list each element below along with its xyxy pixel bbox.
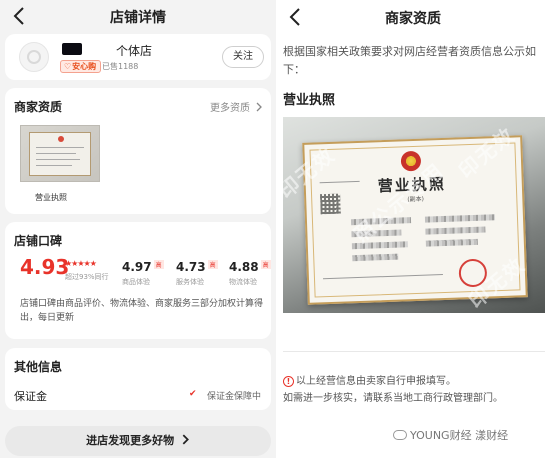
enter-store-label: 进店发现更多好物 (86, 434, 175, 447)
disclaimer-text-1: 以上经营信息由卖家自行申报填写。 (296, 376, 456, 387)
license-section-title: 营业执照 (283, 93, 336, 108)
license-thumbnail-paper (29, 132, 91, 176)
page-title: 商家资质 (385, 11, 441, 27)
other-info-card: 其他信息 保证金 ✔ 保证金保障中 (5, 348, 271, 410)
store-avatar[interactable] (19, 42, 49, 72)
qualification-title-text: 商家资质 (14, 100, 63, 114)
store-name-redacted (62, 43, 82, 55)
qr-code-icon (320, 193, 341, 215)
deposit-label: 保证金 (14, 390, 47, 403)
more-qualifications-label: 更多资质 (210, 103, 250, 114)
wechat-icon (393, 430, 407, 440)
reputation-title: 店铺口碑 (14, 232, 63, 249)
thumb-line (36, 165, 72, 166)
metric-value: 4.97 (122, 260, 152, 274)
check-icon: ✔ (189, 389, 197, 399)
qualification-title: 商家资质 (14, 98, 63, 115)
reputation-card: 店铺口碑 4.93 ★★★★★ 超过93%同行 4.97 高 商品体验 4.73 高… (5, 222, 271, 339)
license-thumbnail[interactable] (20, 125, 100, 182)
thumb-line (36, 159, 80, 160)
disclosure-intro: 根据国家相关政策要求对网店经营者资质信息公示如下： (283, 45, 536, 76)
metric-label: 物流体验 (229, 278, 257, 286)
more-qualifications-link[interactable]: 更多资质 (210, 99, 263, 114)
metric-service: 4.73 高 服务体验 (176, 256, 226, 287)
metric-tag: 高 (207, 260, 218, 269)
qualification-card: 商家资质 更多资质 营业执照 (5, 88, 271, 214)
other-info-title: 其他信息 (14, 358, 63, 375)
disclaimer-line-2: 如需进一步核实，请联系当地工商行政管理部门。 (283, 393, 503, 404)
assurance-badge-label: 安心购 (72, 62, 97, 71)
brand-watermark-text: YOUNG财经 漾财经 (410, 429, 509, 442)
store-type: 个体店 (116, 44, 153, 58)
metric-value: 4.88 (229, 260, 259, 274)
page-title: 店铺详情 (110, 10, 166, 26)
business-license-photo[interactable]: 营业执照 (副本) 印无效 照公示专用 印无效 印无效 (283, 117, 545, 313)
top-nav: 店铺详情 (0, 0, 276, 34)
assurance-badge: ♡安心购 (60, 60, 102, 73)
follow-button[interactable]: 关注 (222, 46, 264, 68)
deposit-status: 保证金保障中 (207, 392, 262, 402)
sold-count: 已售1188 (102, 62, 139, 71)
emblem-icon (58, 136, 64, 142)
reputation-title-text: 店铺口碑 (14, 234, 63, 248)
metric-label: 服务体验 (176, 278, 204, 286)
peer-comparison: 超过93%同行 (65, 273, 109, 281)
star-rating-icon: ★★★★★ (65, 259, 97, 268)
divider (283, 351, 545, 352)
brand-watermark: YOUNG财经 漾财经 (393, 427, 508, 443)
thumb-line (36, 147, 84, 148)
reputation-description: 店铺口碑由商品评价、物流体验、商家服务三部分加权计算得出，每日更新 (20, 299, 264, 323)
merchant-qualification-panel: 商家资质 根据国家相关政策要求对网店经营者资质信息公示如下： 营业执照 营业执照… (276, 0, 550, 458)
disclaimer-line-1: ! 以上经营信息由卖家自行申报填写。 (283, 372, 456, 387)
thumb-line (36, 153, 76, 154)
store-logo-icon (27, 50, 41, 64)
metric-tag: 高 (260, 260, 271, 269)
metric-label: 商品体验 (122, 278, 150, 286)
warning-icon: ! (283, 376, 294, 387)
overall-score: 4.93 (20, 255, 70, 279)
enter-store-button[interactable]: 进店发现更多好物 (5, 426, 271, 456)
chevron-right-icon (256, 102, 263, 112)
metric-tag: 高 (153, 260, 164, 269)
shield-icon: ♡ (64, 62, 72, 71)
metric-logistics: 4.88 高 物流体验 (229, 256, 276, 287)
metric-product: 4.97 高 商品体验 (122, 256, 172, 287)
chevron-right-icon (182, 434, 189, 445)
license-thumbnail-label: 营业执照 (35, 193, 67, 202)
metric-value: 4.73 (176, 260, 206, 274)
other-info-title-text: 其他信息 (14, 360, 63, 374)
store-detail-panel: 店铺详情 个体店 ♡安心购 已售1188 关注 商家资质 更多资质 营业执照 店… (0, 0, 276, 458)
store-header-card[interactable]: 个体店 ♡安心购 已售1188 关注 (5, 34, 271, 80)
